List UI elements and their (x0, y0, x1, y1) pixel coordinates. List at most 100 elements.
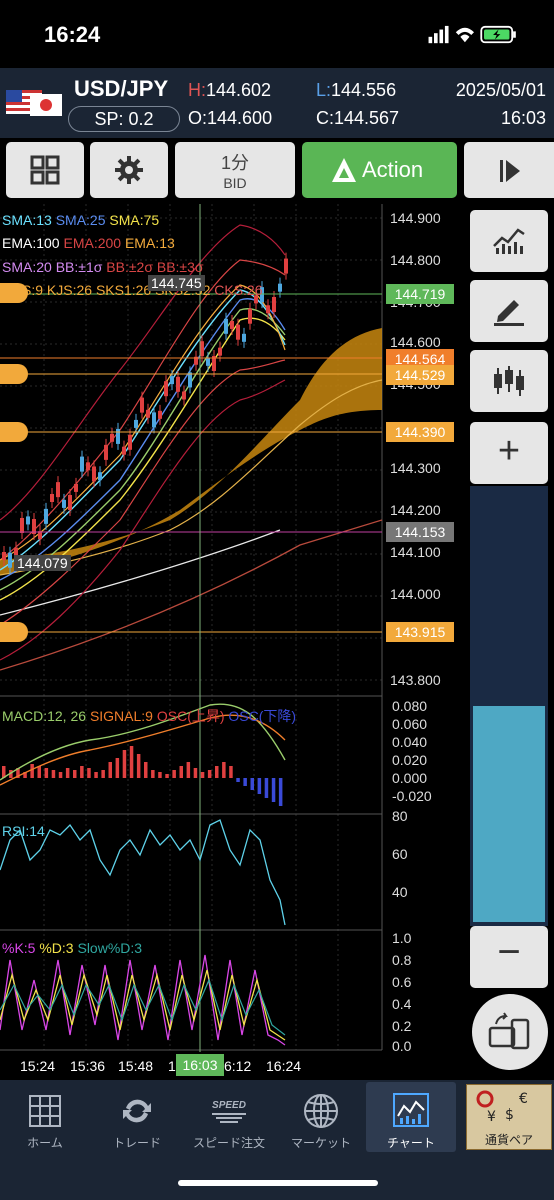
axis-tick: 40 (392, 884, 408, 900)
alert-bell-icon[interactable] (0, 364, 28, 384)
layout-button[interactable] (6, 142, 84, 198)
status-time: 16:24 (44, 22, 101, 47)
grid-icon (30, 155, 60, 185)
macd-bar (94, 772, 98, 778)
tab-market[interactable]: マーケット (276, 1082, 366, 1152)
price-type-label: BID (223, 175, 247, 191)
macd-bar (165, 774, 169, 778)
alert-bell-icon[interactable] (0, 283, 28, 303)
macd-bar (215, 766, 219, 778)
stoch-legend: %K:5 %D:3 Slow%D:3 (2, 940, 143, 956)
status-bar: 16:24 (0, 0, 554, 68)
macd-bar (200, 772, 205, 778)
axis-tick: 0.060 (392, 716, 428, 732)
status-icons (428, 25, 516, 44)
svg-text:$: $ (505, 1107, 514, 1123)
axis-tick: 0.080 (392, 698, 428, 714)
axis-tick: 0.020 (392, 752, 428, 768)
action-button[interactable]: Action (302, 142, 457, 198)
home-indicator (178, 1180, 378, 1186)
tab-currency-pair[interactable]: € ¥ $ 通貨ペア (466, 1084, 552, 1150)
macd-bar (101, 770, 105, 778)
usd-jpy-flag-icon (6, 90, 62, 116)
play-button[interactable] (464, 142, 554, 198)
low-value: L:144.556 (316, 80, 397, 100)
indicator-button[interactable] (470, 210, 548, 272)
macd-bar (65, 768, 70, 778)
ema-13-line (0, 284, 286, 561)
exchange-icon (123, 1099, 151, 1123)
macd-bar (115, 758, 120, 778)
quote-date: 2025/05/01 (455, 80, 546, 100)
time-tick: 6:12 (224, 1058, 252, 1074)
globe-icon (304, 1094, 338, 1128)
macd-bar (229, 766, 233, 778)
alert-bell-icon[interactable] (0, 422, 28, 442)
rotate-screen-button[interactable] (472, 994, 548, 1070)
tab-speed-order[interactable]: SPEED スピード注文 (184, 1082, 274, 1152)
sma-13-line (0, 289, 286, 571)
alert-price-tag[interactable]: 144.719 (386, 284, 454, 304)
high-marker: 144.745 (148, 275, 205, 291)
macd-bar (30, 764, 34, 778)
macd-bar (271, 778, 276, 802)
axis-tick: 0.0 (392, 1038, 412, 1054)
alert-price-tag[interactable]: 144.529 (386, 365, 454, 385)
candle-type-button[interactable] (470, 350, 548, 412)
alert-price-tag[interactable]: 143.915 (386, 622, 454, 642)
macd-bar (73, 770, 77, 778)
axis-tick: 0.040 (392, 734, 428, 750)
axis-tick: 143.800 (390, 672, 441, 688)
drawing-button[interactable] (470, 280, 548, 342)
tab-trade[interactable]: トレード (92, 1082, 182, 1152)
tab-chart[interactable]: チャート (366, 1082, 456, 1152)
open-value: O:144.600 (188, 108, 273, 128)
zoom-out-button[interactable]: − (470, 926, 548, 988)
axis-tick: 144.100 (390, 544, 441, 560)
bb-lower-3-line (0, 379, 286, 661)
speed-icon: SPEED (212, 1100, 246, 1123)
play-icon (500, 160, 520, 182)
currency-pair[interactable]: USD/JPY (74, 76, 168, 102)
timeframe-label: 1分 (220, 153, 249, 173)
axis-tick: 144.900 (390, 210, 441, 226)
sma-20-line (0, 308, 286, 591)
currency-icon: € ¥ $ (476, 1090, 528, 1125)
tab-home[interactable]: ホーム (0, 1082, 90, 1152)
axis-tick: 0.4 (392, 996, 412, 1012)
crosshair-time-tag: 16:03 (176, 1054, 224, 1076)
macd-bar (264, 778, 269, 798)
axis-tick: 0.000 (392, 770, 428, 786)
macd-bar (172, 770, 176, 778)
axis-tick: -0.020 (392, 788, 432, 804)
macd-bar (193, 768, 198, 778)
gear-icon (115, 156, 143, 184)
ema-200-line (0, 519, 383, 671)
alert-price-tag[interactable]: 144.390 (386, 422, 454, 442)
macd-bar (51, 770, 56, 778)
alert-bell-icon[interactable] (0, 622, 28, 642)
timeframe-button[interactable]: 1分 BID (175, 142, 295, 198)
macd-bar (179, 766, 183, 778)
zoom-in-button[interactable]: + (470, 422, 548, 484)
legend-line-1: SMA:13 SMA:25 SMA:75 (2, 212, 160, 228)
axis-tick: 0.8 (392, 952, 412, 968)
axis-tick: 0.6 (392, 974, 412, 990)
action-label: Action (362, 157, 424, 182)
grid-icon (29, 1095, 61, 1127)
rotate-device-icon (488, 1012, 530, 1050)
legend-line-2: EMA:100 EMA:200 EMA:13 (2, 235, 175, 251)
macd-bar (278, 778, 283, 806)
tab-currency-pair-label: 通貨ペア (484, 1133, 533, 1147)
minus-icon: − (497, 930, 521, 974)
settings-button[interactable] (90, 142, 168, 198)
pencil-icon (494, 300, 524, 326)
macd-bar (207, 770, 212, 778)
macd-bar (108, 762, 112, 778)
axis-tick: 0.2 (392, 1018, 412, 1034)
macd-bar (87, 768, 91, 778)
macd-bar (151, 770, 155, 778)
candlestick-icon (494, 366, 524, 396)
time-tick: 15:36 (70, 1058, 106, 1074)
quote-time: 16:03 (500, 108, 546, 128)
